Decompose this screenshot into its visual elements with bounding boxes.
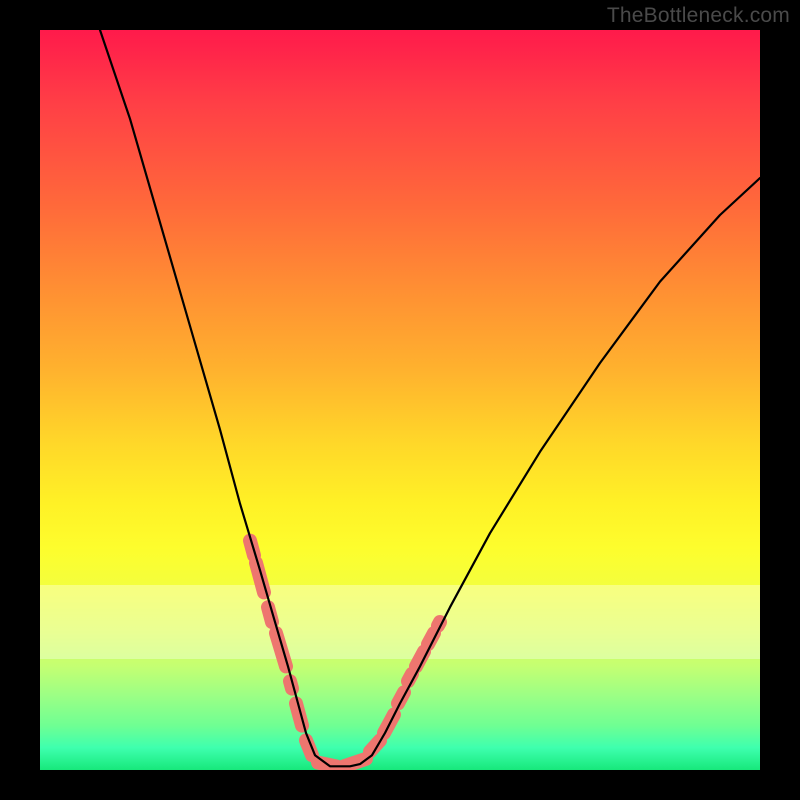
watermark-label: TheBottleneck.com — [607, 4, 790, 28]
chart-frame: TheBottleneck.com — [0, 0, 800, 800]
bead-overlay — [250, 541, 440, 767]
bead-segment — [276, 633, 286, 666]
plot-area — [40, 30, 760, 770]
bottleneck-curve — [100, 30, 760, 766]
chart-svg — [40, 30, 760, 770]
